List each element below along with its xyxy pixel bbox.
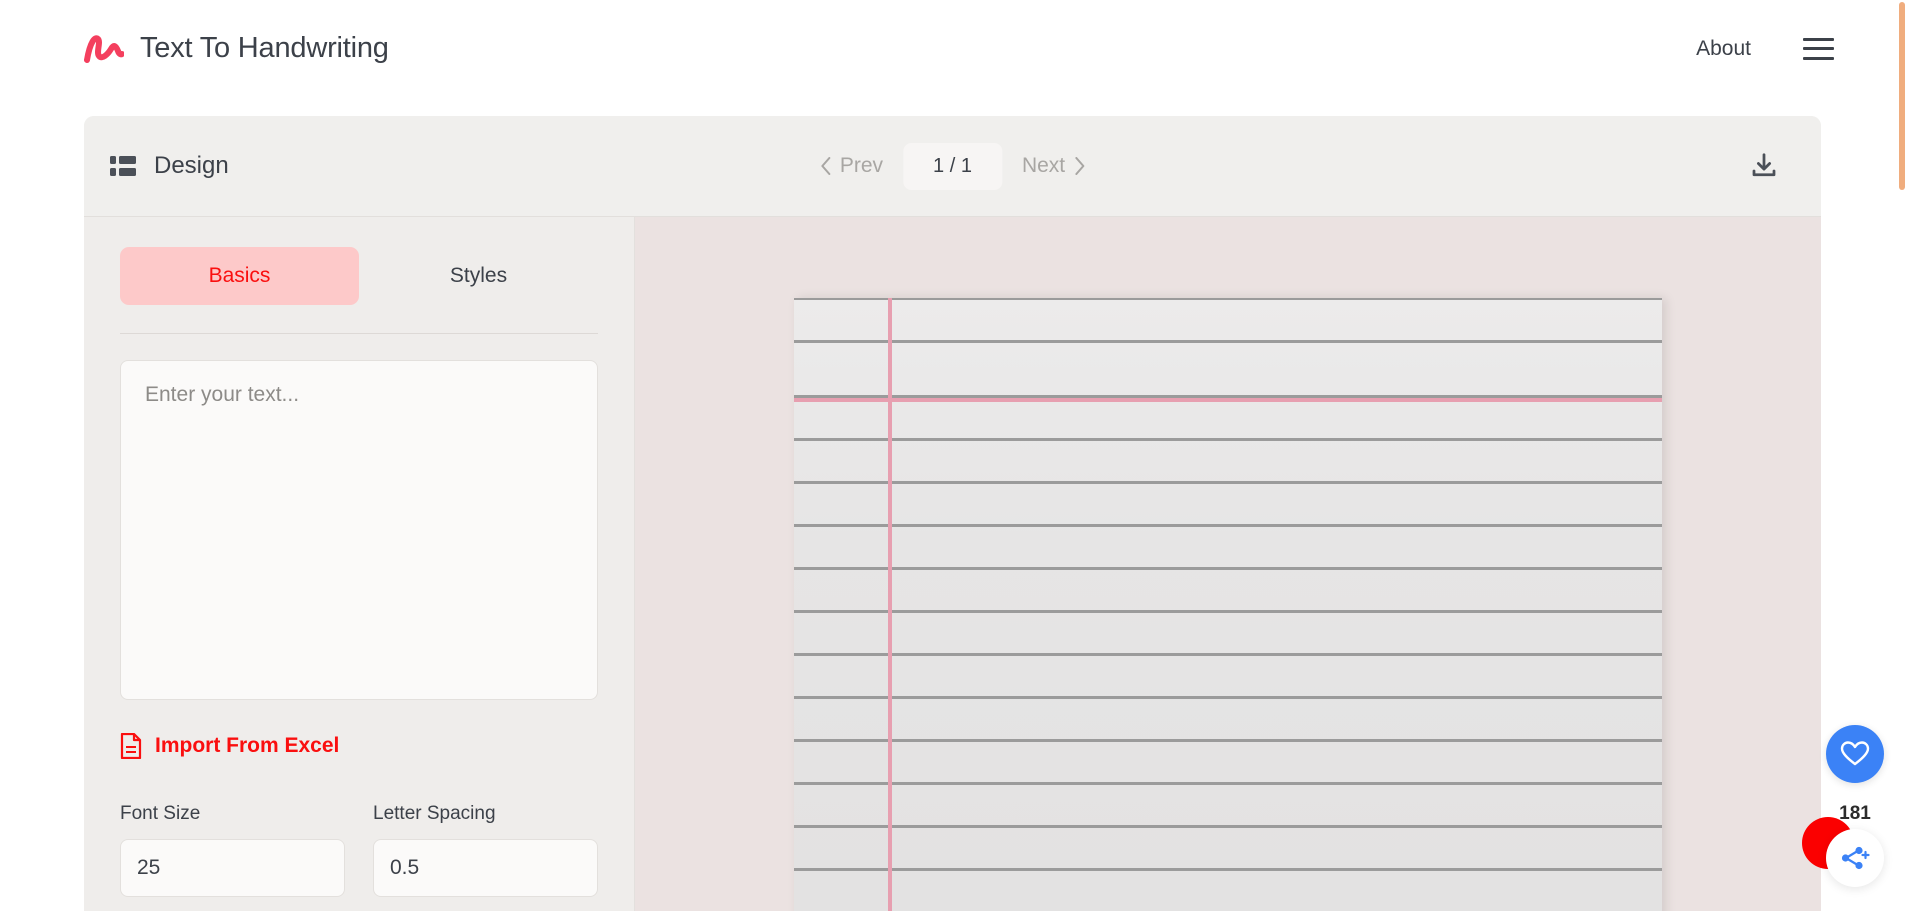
page-scrollbar[interactable] [1898, 0, 1906, 911]
settings-tabs: Basics Styles [120, 247, 598, 305]
font-size-label: Font Size [120, 803, 201, 824]
chevron-right-icon [1075, 157, 1085, 175]
excel-document-icon [120, 733, 142, 759]
list-blocks-icon [110, 156, 136, 176]
share-plus-icon [1841, 846, 1870, 870]
page-scrollbar-thumb[interactable] [1899, 2, 1905, 190]
share-button-group: 181 [1802, 793, 1884, 887]
editor-body: Basics Styles Import From Excel Font Siz… [84, 217, 1821, 911]
paper-margin-line [888, 298, 892, 911]
squiggle-logo-icon [84, 34, 124, 63]
basic-fields: Font Size Letter Spacing [120, 803, 598, 897]
tab-styles[interactable]: Styles [359, 247, 598, 305]
letter-spacing-input[interactable] [373, 839, 598, 897]
page-count-indicator: 1 / 1 [903, 142, 1002, 190]
paper-preview-area[interactable] [635, 217, 1821, 911]
text-input[interactable] [120, 360, 598, 700]
share-button[interactable] [1826, 829, 1884, 887]
chevron-left-icon [820, 157, 830, 175]
letter-spacing-field: Letter Spacing [373, 803, 598, 897]
settings-panel: Basics Styles Import From Excel Font Siz… [84, 217, 635, 911]
letter-spacing-label: Letter Spacing [373, 803, 496, 824]
toolbar-title: Design [154, 152, 229, 179]
notebook-paper [794, 298, 1662, 911]
next-page-button[interactable]: Next [1010, 146, 1097, 186]
top-navigation-actions: About [1696, 37, 1834, 61]
next-page-label: Next [1021, 154, 1066, 177]
paper-header-line [794, 398, 1662, 402]
font-size-input[interactable] [120, 839, 345, 897]
download-icon[interactable] [1749, 151, 1779, 181]
font-size-field: Font Size [120, 803, 345, 897]
floating-action-buttons: 181 [1802, 725, 1884, 887]
page-navigation: Prev 1 / 1 Next [808, 142, 1097, 190]
app-card: Design Prev 1 / 1 Next Basics Styles Ent… [84, 116, 1821, 911]
prev-page-button[interactable]: Prev [808, 146, 895, 186]
import-from-excel-label: Import From Excel [155, 734, 340, 757]
import-from-excel-button[interactable]: Import From Excel [120, 733, 598, 759]
tab-basics[interactable]: Basics [120, 247, 359, 305]
toolbar-title-group: Design [110, 152, 229, 180]
brand-title: Text To Handwriting [140, 32, 389, 64]
prev-page-label: Prev [839, 154, 884, 177]
like-button[interactable] [1826, 725, 1884, 783]
hamburger-menu-icon[interactable] [1803, 37, 1834, 60]
about-link[interactable]: About [1696, 37, 1751, 61]
heart-icon [1840, 741, 1870, 766]
editor-toolbar: Design Prev 1 / 1 Next [84, 116, 1821, 217]
top-navigation-bar: Text To Handwriting About [0, 0, 1906, 97]
tabs-divider [120, 333, 598, 334]
brand[interactable]: Text To Handwriting [84, 30, 389, 68]
